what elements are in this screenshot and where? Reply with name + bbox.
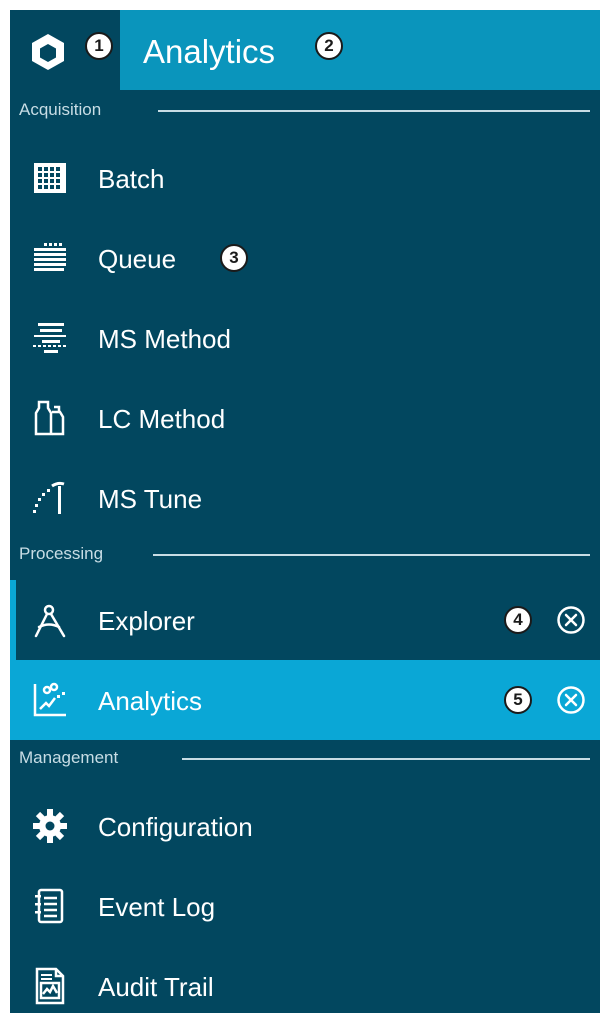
section-label: Processing: [19, 544, 104, 563]
navigation-panel: 1 Analytics 2 Acquisition Batch Queue 3 …: [10, 10, 600, 1013]
nav-item-batch[interactable]: Batch: [10, 138, 600, 218]
open-indicator: [10, 580, 16, 660]
nav-item-label: MS Method: [98, 324, 231, 354]
nav-item-lc-method[interactable]: LC Method: [10, 378, 600, 458]
page-title: Analytics: [143, 33, 276, 70]
section-processing: Processing: [10, 540, 600, 570]
nav-item-analytics[interactable]: Analytics 5: [10, 660, 600, 740]
section-label: Management: [19, 748, 119, 767]
gear-icon: [33, 809, 67, 843]
nav-item-explorer[interactable]: Explorer 4: [10, 580, 600, 660]
section-divider: [158, 110, 590, 112]
report-icon: [35, 967, 65, 1005]
nav-item-label: Analytics: [98, 686, 203, 716]
callout-badge-3: 3: [220, 244, 248, 272]
nav-item-event-log[interactable]: Event Log: [10, 866, 600, 946]
close-icon[interactable]: [556, 605, 586, 635]
nav-item-label: Audit Trail: [98, 972, 214, 1002]
bottle-icon: [34, 400, 65, 436]
hexagon-logo-icon[interactable]: [28, 32, 68, 72]
ms-method-icon: [33, 323, 66, 353]
nav-item-label: MS Tune: [98, 484, 203, 514]
nav-item-label: Event Log: [98, 892, 216, 922]
scatter-chart-icon: [33, 682, 66, 717]
callout-badge-5: 5: [504, 686, 532, 714]
callout-badge-1: 1: [85, 32, 113, 60]
nav-item-queue[interactable]: Queue 3: [10, 218, 600, 298]
nav-item-audit-trail[interactable]: Audit Trail: [10, 946, 600, 1026]
nav-item-label: Explorer: [98, 606, 195, 636]
compass-icon: [34, 604, 66, 638]
nav-item-ms-tune[interactable]: MS Tune: [10, 458, 600, 538]
app-header: 1 Analytics 2: [10, 10, 600, 90]
notebook-icon: [35, 888, 64, 924]
close-icon[interactable]: [556, 685, 586, 715]
section-divider: [153, 554, 590, 556]
nav-item-ms-method[interactable]: MS Method: [10, 298, 600, 378]
nav-item-label: Configuration: [98, 812, 253, 842]
nav-item-label: Queue: [98, 244, 177, 274]
grid-icon: [34, 163, 66, 193]
nav-item-label: Batch: [98, 164, 165, 194]
section-management: Management: [10, 744, 600, 774]
section-divider: [182, 758, 590, 760]
section-label: Acquisition: [19, 100, 102, 119]
tune-icon: [33, 481, 65, 514]
nav-item-configuration[interactable]: Configuration: [10, 786, 600, 866]
callout-badge-4: 4: [504, 606, 532, 634]
callout-badge-2: 2: [315, 32, 343, 60]
stack-icon: [34, 243, 66, 271]
nav-item-label: LC Method: [98, 404, 226, 434]
section-acquisition: Acquisition: [10, 96, 600, 126]
